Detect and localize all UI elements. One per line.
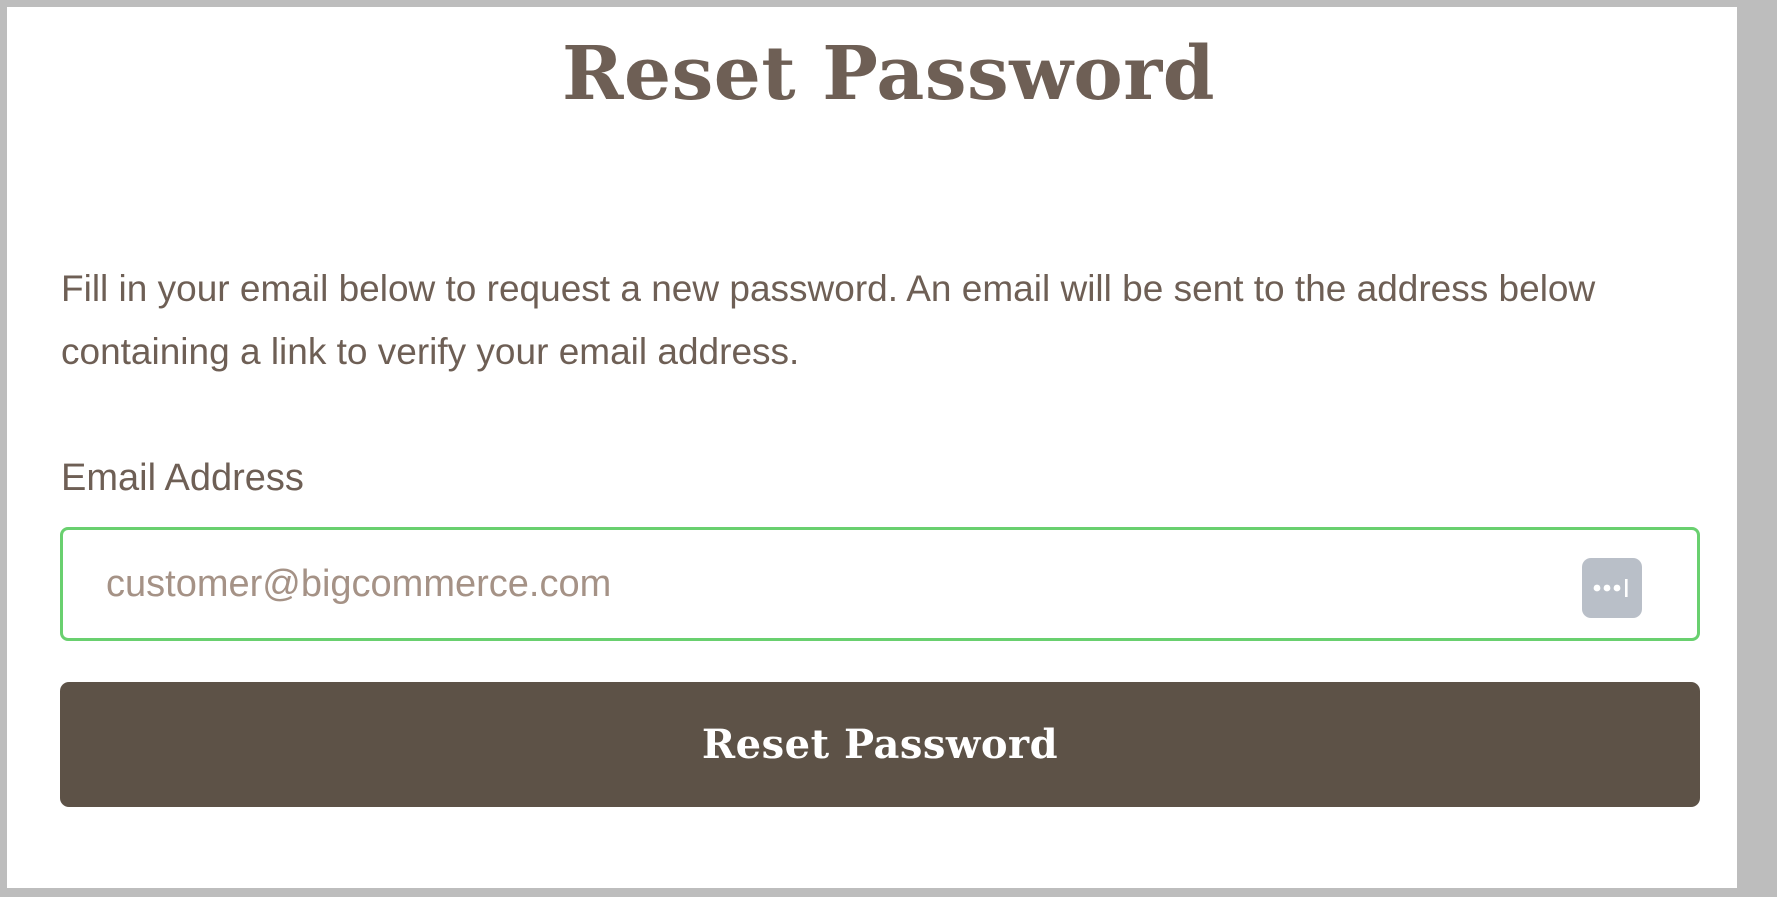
page-title: Reset Password — [562, 31, 1215, 117]
email-field-wrapper — [60, 527, 1700, 641]
email-label: Email Address — [61, 457, 304, 499]
email-input[interactable] — [63, 530, 1697, 638]
password-manager-icon[interactable] — [1582, 558, 1642, 618]
reset-password-button[interactable]: Reset Password — [60, 682, 1700, 807]
page-frame: Reset Password Fill in your email below … — [7, 7, 1737, 888]
dots-cursor-icon — [1593, 579, 1628, 597]
instructions-text: Fill in your email below to request a ne… — [61, 268, 1596, 372]
